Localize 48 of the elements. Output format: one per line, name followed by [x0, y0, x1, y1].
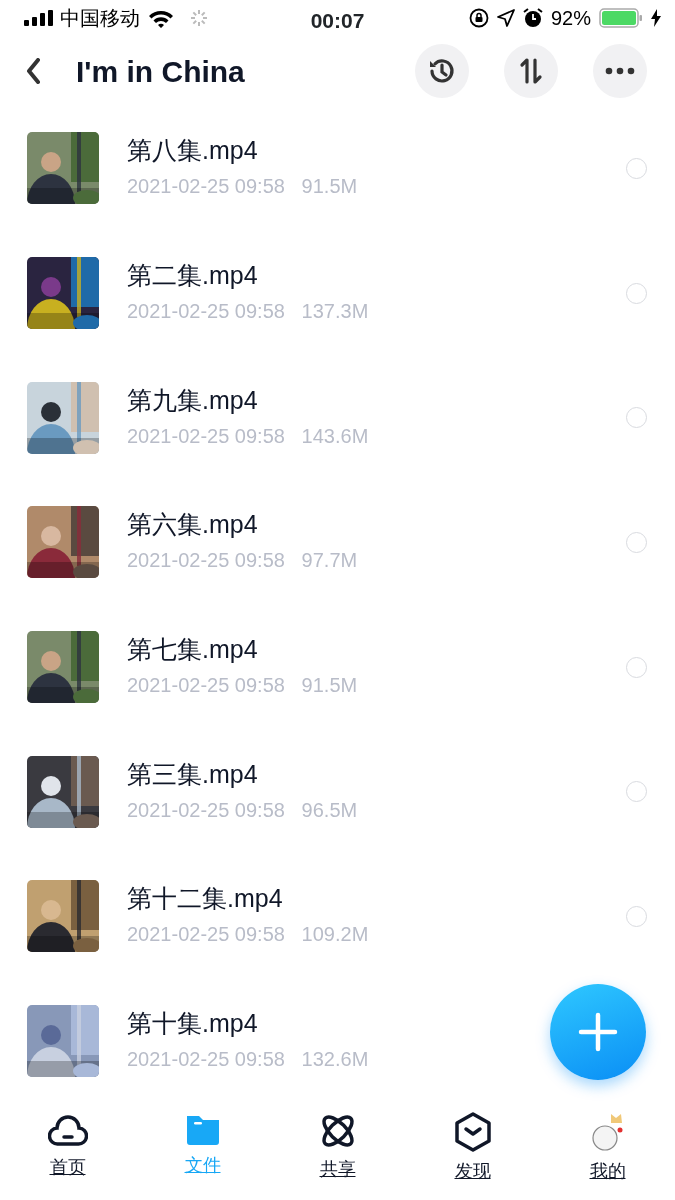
charging-icon — [651, 9, 661, 27]
signal-icon — [24, 10, 56, 26]
select-circle[interactable] — [626, 656, 647, 678]
file-meta: 2021-02-25 09:58 143.6M — [127, 423, 369, 449]
clock-time: 00:07 — [310, 9, 365, 32]
cloud-icon — [47, 1112, 88, 1148]
spinner-icon — [190, 9, 208, 27]
file-name: 第九集.mp4 — [127, 384, 258, 415]
wifi-icon — [148, 8, 174, 28]
file-row[interactable]: 第六集.mp4 2021-02-25 09:58 97.7M — [0, 480, 675, 605]
hexagon-icon — [453, 1112, 492, 1152]
back-button[interactable] — [26, 58, 40, 84]
file-meta: 2021-02-25 09:58 97.7M — [127, 548, 358, 574]
carrier-name: 中国移动 — [60, 6, 140, 31]
file-meta: 2021-02-25 09:58 91.5M — [127, 174, 358, 200]
file-meta: 2021-02-25 09:58 91.5M — [127, 673, 358, 699]
more-icon — [605, 67, 635, 75]
file-meta: 2021-02-25 09:58 96.5M — [127, 797, 358, 823]
battery-icon — [599, 8, 643, 28]
file-name: 第十集.mp4 — [127, 1008, 258, 1039]
location-icon — [496, 9, 515, 27]
file-name: 第六集.mp4 — [127, 509, 258, 540]
select-circle[interactable] — [626, 905, 647, 927]
file-row[interactable]: 第三集.mp4 2021-02-25 09:58 96.5M — [0, 729, 675, 855]
file-row[interactable]: 第二集.mp4 2021-02-25 09:58 137.3M — [0, 230, 675, 356]
file-name: 第十二集.mp4 — [127, 883, 283, 914]
select-circle[interactable] — [626, 407, 647, 429]
battery-percent: 92% — [550, 6, 591, 31]
page-title: I'm in China — [76, 53, 245, 90]
file-name: 第七集.mp4 — [127, 634, 258, 665]
file-meta: 2021-02-25 09:58 137.3M — [127, 299, 369, 325]
file-row[interactable]: 第八集.mp4 2021-02-25 09:58 91.5M — [0, 106, 675, 231]
select-circle[interactable] — [626, 157, 647, 179]
select-circle[interactable] — [626, 282, 647, 304]
file-name: 第三集.mp4 — [127, 758, 258, 789]
file-name: 第二集.mp4 — [127, 260, 258, 291]
rotation-lock-icon — [468, 8, 489, 28]
file-row[interactable]: 第九集.mp4 2021-02-25 09:58 143.6M — [0, 355, 675, 481]
add-button[interactable] — [550, 984, 646, 1080]
alarm-icon — [522, 8, 543, 28]
select-circle[interactable] — [626, 531, 647, 553]
file-name: 第八集.mp4 — [127, 135, 258, 166]
file-row[interactable]: 第七集.mp4 2021-02-25 09:58 91.5M — [0, 604, 675, 730]
plus-icon — [578, 1012, 618, 1052]
file-row[interactable]: 第十二集.mp4 2021-02-25 09:58 109.2M — [0, 854, 675, 979]
file-meta: 2021-02-25 09:58 132.6M — [127, 1047, 369, 1073]
file-meta: 2021-02-25 09:58 109.2M — [127, 922, 369, 948]
select-circle[interactable] — [626, 781, 647, 803]
